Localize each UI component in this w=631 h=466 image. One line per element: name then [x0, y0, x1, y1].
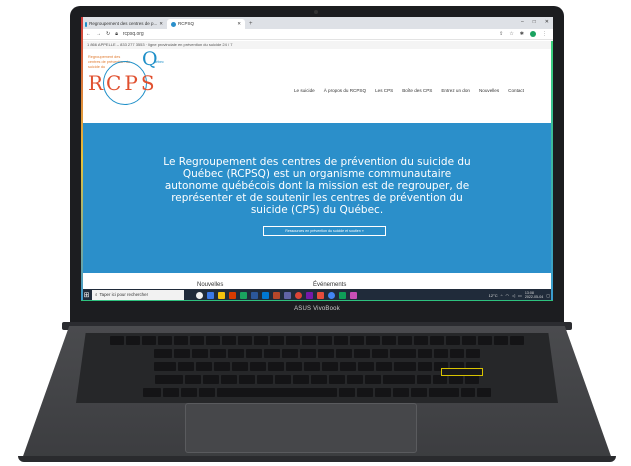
toolbar-icons: ⇪ ☆ ✱ ⋮	[499, 31, 547, 37]
taskbar-search[interactable]: ⌕ Taper ici pour rechercher	[92, 290, 184, 300]
site-header: Regroupement des centres de prévention d…	[81, 48, 553, 123]
section-heading-nouvelles: Nouvelles	[197, 282, 224, 288]
close-icon[interactable]: ✕	[237, 19, 241, 29]
chrome-icon[interactable]	[295, 291, 302, 299]
star-icon[interactable]: ☆	[509, 31, 513, 37]
folder-icon[interactable]	[218, 291, 225, 299]
below-fold: Nouvelles Événements	[81, 273, 553, 288]
webcam-icon	[314, 10, 318, 14]
volume-icon[interactable]: ◁	[512, 293, 515, 298]
key-row	[76, 362, 558, 371]
main-nav: Le suicide À propos du RCPSQ Les CPS Boî…	[294, 88, 524, 93]
nav-item-don[interactable]: Entrez un don	[441, 88, 470, 93]
section-heading-evenements: Événements	[313, 282, 347, 288]
task-view-icon[interactable]	[196, 291, 203, 299]
minimize-button[interactable]: –	[521, 19, 524, 25]
clock-date: 2022-05-04	[524, 295, 544, 299]
laptop-front-edge	[18, 456, 616, 462]
onenote-icon[interactable]	[306, 291, 313, 299]
nav-item-nouvelles[interactable]: Nouvelles	[479, 88, 499, 93]
excel-icon[interactable]	[240, 291, 247, 299]
nav-item-le-suicide[interactable]: Le suicide	[294, 88, 315, 93]
search-icon: ⌕	[95, 292, 98, 297]
keyboard-highlight	[441, 368, 483, 376]
word-icon[interactable]	[251, 291, 258, 299]
powerpoint-icon[interactable]	[273, 291, 280, 299]
taskbar-search-placeholder: Taper ici pour rechercher	[99, 292, 149, 297]
key-row	[76, 375, 558, 384]
screen-bezel-bottom: ASUS VivoBook	[70, 300, 564, 322]
tab-regroupement[interactable]: Regroupement des centres de p... ✕	[81, 19, 167, 29]
key-row	[76, 349, 558, 358]
logo-q: Q	[142, 48, 158, 70]
screen: Regroupement des centres de p... ✕ RCPSQ…	[81, 17, 553, 301]
nav-item-contact[interactable]: Contact	[508, 88, 524, 93]
office-icon[interactable]	[229, 291, 236, 299]
share-icon[interactable]: ⇪	[499, 31, 503, 37]
tab-rcpsq[interactable]: RCPSQ ✕	[167, 19, 245, 29]
logo-q-sub: uébec	[154, 60, 164, 64]
notification-icon[interactable]: ▢	[546, 293, 550, 298]
favicon-icon	[171, 21, 176, 27]
screen-edge-bottom	[81, 300, 553, 301]
menu-icon[interactable]: ⋮	[542, 31, 547, 37]
key-row	[76, 388, 558, 397]
logo-letters[interactable]: RCPS	[88, 71, 158, 95]
touchpad[interactable]	[185, 403, 417, 453]
system-tray: 12°C ^ ◠ ◁ ▭ 13:08 2022-05-04 ▢	[489, 290, 550, 300]
nav-item-a-propos[interactable]: À propos du RCPSQ	[324, 88, 366, 93]
outlook-icon[interactable]	[262, 291, 269, 299]
chevron-up-icon[interactable]: ^	[501, 293, 503, 298]
app-icon[interactable]	[350, 291, 357, 299]
taskbar-apps	[196, 291, 357, 299]
extension-icon[interactable]: ✱	[520, 31, 524, 37]
key-row	[76, 336, 558, 345]
wifi-icon[interactable]: ◠	[505, 293, 509, 298]
nav-item-les-cps[interactable]: Les CPS	[375, 88, 393, 93]
url-input[interactable]: rcpsq.org	[123, 31, 144, 37]
keyboard	[76, 333, 558, 403]
maximize-button[interactable]: □	[533, 19, 536, 25]
nav-item-boite-des-cps[interactable]: Boîte des CPS	[402, 88, 432, 93]
screen-edge-right	[551, 41, 553, 301]
profile-avatar[interactable]	[530, 31, 536, 37]
battery-icon[interactable]: ▭	[518, 293, 522, 298]
close-icon[interactable]: ✕	[159, 19, 163, 29]
app-icon[interactable]	[317, 291, 324, 299]
hero-banner: Le Regroupement des centres de préventio…	[81, 123, 553, 273]
tab-label: Regroupement des centres de p...	[89, 21, 158, 26]
hero-button[interactable]: Ressources en prévention du suicide et s…	[263, 226, 386, 236]
new-tab-icon[interactable]: +	[245, 19, 257, 29]
clock[interactable]: 13:08 2022-05-04	[525, 291, 543, 300]
chrome-icon[interactable]	[328, 291, 335, 299]
browser-tab-bar: Regroupement des centres de p... ✕ RCPSQ…	[81, 17, 553, 29]
address-bar: ← → ↻ 🔒︎ rcpsq.org ⇪ ☆ ✱ ⋮	[81, 29, 553, 40]
close-window-button[interactable]: ✕	[545, 19, 549, 25]
reload-icon[interactable]: ↻	[106, 31, 110, 37]
app-icon[interactable]	[339, 291, 346, 299]
lock-icon: 🔒︎	[115, 31, 118, 37]
tab-label: RCPSQ	[178, 21, 195, 26]
hero-mission-text: Le Regroupement des centres de préventio…	[163, 156, 471, 216]
back-icon[interactable]: ←	[86, 31, 91, 37]
screen-edge-left	[81, 17, 83, 301]
weather-text[interactable]: 12°C	[489, 293, 498, 298]
laptop-brand: ASUS VivoBook	[294, 306, 340, 312]
window-controls: – □ ✕	[521, 19, 549, 25]
favicon-icon	[85, 21, 88, 27]
forward-icon[interactable]: →	[96, 31, 101, 37]
app-icon[interactable]	[207, 291, 214, 299]
teams-icon[interactable]	[284, 291, 291, 299]
